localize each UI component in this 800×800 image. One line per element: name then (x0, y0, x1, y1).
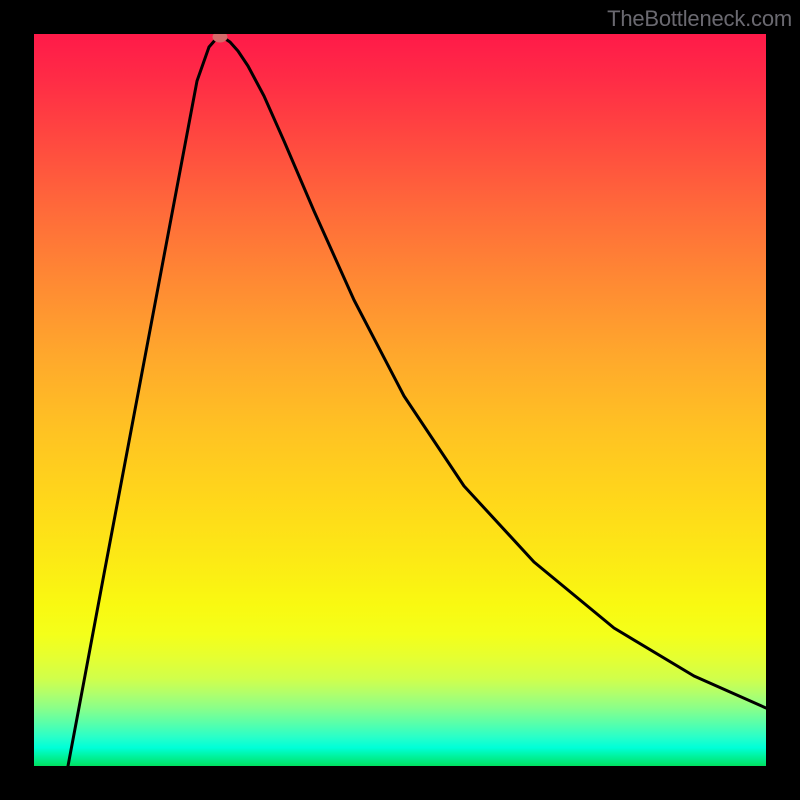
curve-layer (34, 34, 766, 766)
watermark-text: TheBottleneck.com (607, 6, 792, 32)
plot-area (34, 34, 766, 766)
chart-container: TheBottleneck.com (0, 0, 800, 800)
curve-line (68, 37, 766, 766)
